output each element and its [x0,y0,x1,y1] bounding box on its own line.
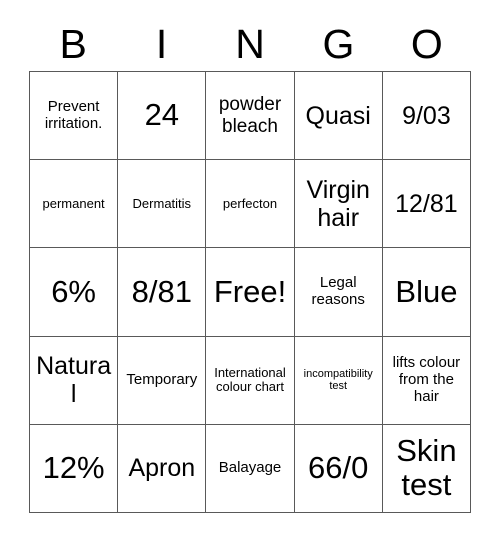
bingo-cell-text: Quasi [305,101,371,130]
bingo-cell-n5[interactable]: Balayage [206,424,295,514]
bingo-cell-text: Blue [395,273,458,309]
bingo-cell-b3[interactable]: 6% [30,248,119,337]
bingo-cell-b2[interactable]: permanent [30,160,119,249]
bingo-cell-n3[interactable]: Free! [206,248,295,337]
bingo-cell-text: Temporary [126,370,198,388]
bingo-row: 6% 8/81 Free! Legal reasons Blue [30,248,472,337]
bingo-cell-o1[interactable]: 9/03 [382,72,472,161]
bingo-cell-text: 12/81 [395,189,458,218]
bingo-cell-o3[interactable]: Blue [382,248,472,337]
bingo-cell-text: Dermatitis [132,195,192,211]
bingo-cell-o5[interactable]: Skin test [382,424,472,514]
bingo-cell-text: 6% [51,273,96,309]
bingo-cell-n1[interactable]: powder bleach [206,72,295,161]
bingo-header-letter-b: B [59,21,87,67]
bingo-cell-text: Balayage [218,459,282,477]
bingo-cell-b4[interactable]: Natural [30,336,119,425]
bingo-cell-text: powder bleach [218,94,282,137]
bingo-cell-o4[interactable]: lifts colour from the hair [382,336,472,425]
bingo-header-letter-i: I [155,21,168,67]
bingo-cell-i4[interactable]: Temporary [118,336,207,425]
bingo-cell-text: Natural [36,352,112,409]
bingo-header-row: B I N G O [29,18,471,71]
bingo-cell-g2[interactable]: Virgin hair [294,160,383,249]
bingo-cell-n4[interactable]: International colour chart [206,336,295,425]
bingo-header-letter-g: G [322,21,355,67]
bingo-cell-i3[interactable]: 8/81 [118,248,207,337]
bingo-cell-text: perfecton [222,195,278,211]
bingo-cell-g1[interactable]: Quasi [294,72,383,161]
bingo-cell-i5[interactable]: Apron [118,424,207,514]
bingo-cell-text: Apron [128,454,196,483]
bingo-cell-text: 9/03 [402,101,451,130]
bingo-row: 12% Apron Balayage 66/0 Skin test [30,424,472,514]
bingo-card: B I N G O Prevent irritation. 24 powder … [0,0,500,544]
bingo-cell-text: International colour chart [214,364,286,395]
bingo-cell-g5[interactable]: 66/0 [294,424,383,514]
bingo-cell-o2[interactable]: 12/81 [382,160,472,249]
bingo-cell-g4[interactable]: incompatibility test [294,336,383,425]
bingo-header-letter-n: N [235,21,265,67]
bingo-header-letter-o: O [410,21,443,67]
bingo-row: Prevent irritation. 24 powder bleach Qua… [30,72,472,161]
bingo-cell-text: Skin test [396,432,457,503]
bingo-cell-b1[interactable]: Prevent irritation. [30,72,119,161]
bingo-cell-text: Legal reasons [311,274,365,308]
bingo-row: Natural Temporary International colour c… [30,336,472,425]
bingo-cell-text: 24 [144,97,180,133]
bingo-cell-text: 66/0 [308,450,369,486]
bingo-grid: Prevent irritation. 24 powder bleach Qua… [29,71,472,514]
bingo-cell-i1[interactable]: 24 [118,72,207,161]
bingo-cell-text: Virgin hair [306,175,370,232]
bingo-cell-text: 12% [42,450,105,486]
bingo-cell-g3[interactable]: Legal reasons [294,248,383,337]
bingo-cell-text: Free! [213,273,287,309]
bingo-cell-text: permanent [42,195,105,211]
bingo-cell-i2[interactable]: Dermatitis [118,160,207,249]
bingo-cell-text: incompatibility test [303,367,373,393]
bingo-cell-b5[interactable]: 12% [30,424,119,514]
bingo-cell-text: 8/81 [131,273,192,309]
bingo-cell-text: Prevent irritation. [44,97,103,132]
bingo-row: permanent Dermatitis perfecton Virgin ha… [30,160,472,249]
bingo-cell-n2[interactable]: perfecton [206,160,295,249]
bingo-cell-text: lifts colour from the hair [392,354,461,405]
